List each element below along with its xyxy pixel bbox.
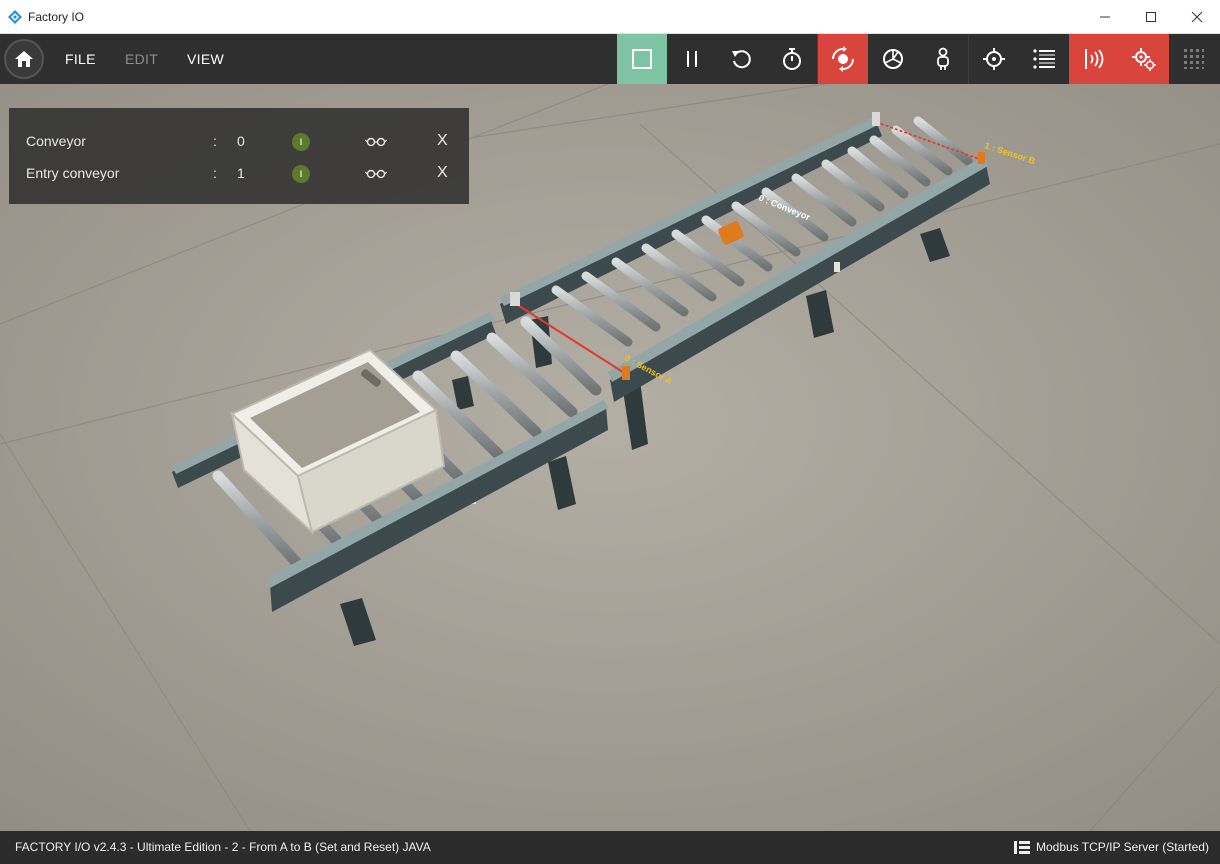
- list-icon: [1033, 49, 1055, 69]
- tags-list-button[interactable]: [1019, 34, 1069, 84]
- tag-address: 1: [237, 165, 245, 181]
- remove-tag-button[interactable]: X: [437, 132, 448, 150]
- orbit-camera-icon: [832, 46, 854, 72]
- tag-state-indicator[interactable]: I: [292, 165, 310, 183]
- remove-tag-button[interactable]: X: [437, 164, 448, 182]
- maximize-button[interactable]: [1128, 0, 1174, 34]
- home-button[interactable]: [4, 39, 44, 79]
- target-button[interactable]: [969, 34, 1019, 84]
- minimize-icon: [1100, 16, 1110, 18]
- grid-button[interactable]: [1169, 34, 1219, 84]
- tag-row-conveyor[interactable]: Conveyor : 0 I X: [9, 125, 469, 157]
- fly-camera-icon: [883, 49, 903, 69]
- glasses-icon[interactable]: [365, 165, 387, 181]
- stop-square-icon: [632, 49, 652, 69]
- tag-panel: Conveyor : 0 I X Entry conveyor : 1 I X: [9, 108, 469, 204]
- driver-status-text[interactable]: Modbus TCP/IP Server (Started): [1036, 840, 1209, 854]
- tag-separator: :: [213, 133, 217, 149]
- first-person-icon: [937, 47, 949, 70]
- tag-row-entry-conveyor[interactable]: Entry conveyor : 1 I X: [9, 157, 469, 189]
- tag-name: Entry conveyor: [26, 165, 120, 181]
- timer-button[interactable]: [767, 34, 817, 84]
- menu-view[interactable]: VIEW: [187, 51, 224, 67]
- sensor-icon: [1085, 49, 1104, 69]
- gears-icon: [1132, 48, 1156, 71]
- crosshair-icon: [983, 48, 1005, 70]
- factory-io-diamond-icon: [8, 10, 22, 24]
- fly-camera-button[interactable]: [868, 34, 918, 84]
- minimize-button[interactable]: [1082, 0, 1128, 34]
- sensors-button[interactable]: [1069, 34, 1119, 84]
- home-icon: [15, 51, 33, 67]
- reset-icon: [732, 50, 751, 69]
- stopwatch-icon: [783, 48, 801, 70]
- reset-button[interactable]: [717, 34, 767, 84]
- tag-state-indicator[interactable]: I: [292, 133, 310, 151]
- close-window-button[interactable]: [1174, 0, 1220, 34]
- grid-icon: [1184, 49, 1204, 69]
- status-bar: FACTORY I/O v2.4.3 - Ultimate Edition - …: [0, 831, 1220, 864]
- stop-button[interactable]: [617, 34, 667, 84]
- main-toolbar: FILE EDIT VIEW: [0, 34, 1220, 84]
- menu-file[interactable]: FILE: [65, 51, 96, 67]
- window-title-bar: Factory IO: [0, 0, 1220, 34]
- window-title: Factory IO: [28, 10, 85, 24]
- pause-icon: [687, 51, 697, 67]
- tag-separator: :: [213, 165, 217, 181]
- first-person-camera-button[interactable]: [918, 34, 968, 84]
- menu-edit[interactable]: EDIT: [125, 51, 158, 67]
- tag-address: 0: [237, 133, 245, 149]
- maximize-icon: [1146, 12, 1156, 22]
- tag-name: Conveyor: [26, 133, 86, 149]
- orbit-camera-button[interactable]: [818, 34, 868, 84]
- server-icon[interactable]: [1014, 841, 1030, 854]
- pause-button[interactable]: [667, 34, 717, 84]
- drivers-button[interactable]: [1119, 34, 1169, 84]
- glasses-icon[interactable]: [365, 133, 387, 149]
- close-icon: [1191, 11, 1203, 23]
- scene-status-text: FACTORY I/O v2.4.3 - Ultimate Edition - …: [15, 840, 431, 854]
